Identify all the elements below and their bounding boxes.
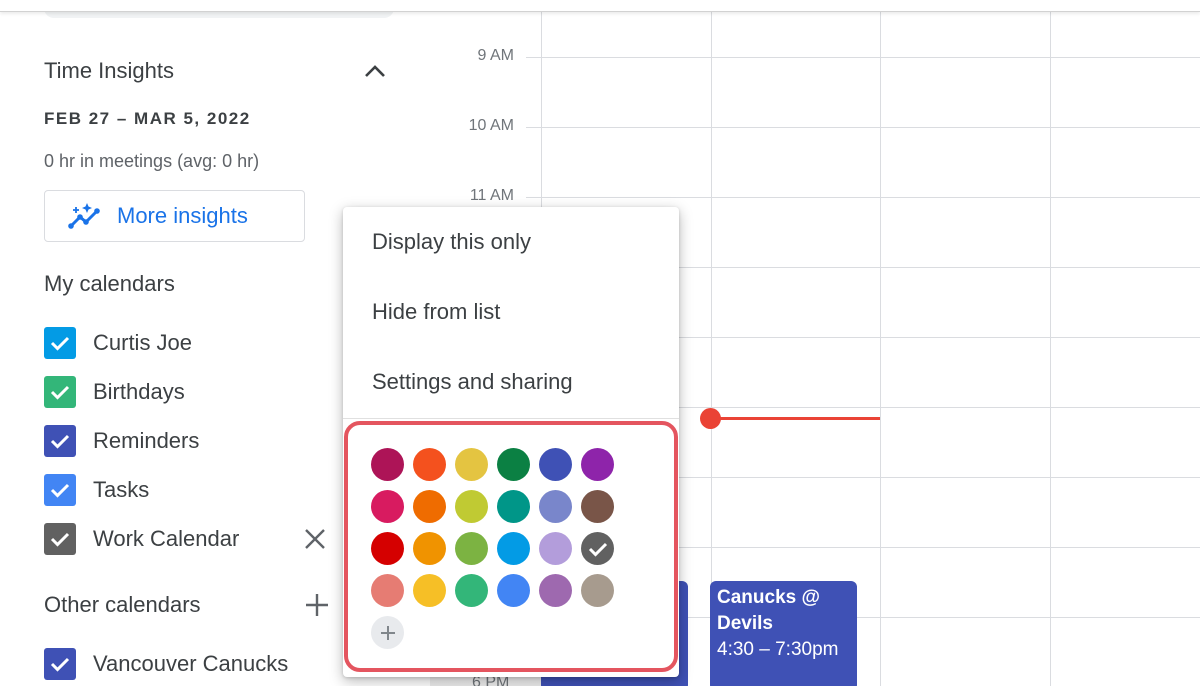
- time-label: 10 AM: [468, 117, 514, 134]
- collapse-time-insights-button[interactable]: [362, 58, 388, 84]
- calendar-checkbox[interactable]: [44, 523, 76, 555]
- hour-line: [526, 57, 1200, 58]
- add-custom-color-button[interactable]: [371, 616, 404, 649]
- calendar-options-menu: Display this only Hide from list Setting…: [343, 207, 679, 677]
- color-swatch[interactable]: [371, 448, 404, 481]
- calendar-label: Tasks: [93, 477, 150, 502]
- day-column-divider: [1050, 0, 1051, 686]
- insights-date-range: FEB 27 – MAR 5, 2022: [44, 109, 251, 128]
- calendar-checkbox[interactable]: [44, 376, 76, 408]
- plus-icon: [306, 594, 328, 616]
- checkmark-icon: [50, 532, 70, 547]
- calendar-label: Birthdays: [93, 379, 185, 404]
- calendar-label: Vancouver Canucks: [93, 651, 289, 676]
- color-swatch[interactable]: [497, 490, 530, 523]
- hour-line: [526, 197, 1200, 198]
- color-swatch[interactable]: [539, 532, 572, 565]
- color-swatch[interactable]: [539, 448, 572, 481]
- header-edge: [0, 0, 1200, 12]
- event-time: 4:30 – 7:30pm: [717, 639, 839, 660]
- color-swatch[interactable]: [497, 448, 530, 481]
- more-insights-label: More insights: [117, 203, 248, 228]
- checkmark-icon: [50, 336, 70, 351]
- color-swatch[interactable]: [455, 532, 488, 565]
- day-column-divider: [880, 0, 881, 686]
- color-swatch[interactable]: [581, 490, 614, 523]
- time-label: 11 AM: [469, 187, 514, 204]
- checkmark-icon: [50, 385, 70, 400]
- color-swatch[interactable]: [371, 490, 404, 523]
- my-calendars-title[interactable]: My calendars: [44, 271, 175, 297]
- calendar-item-tasks[interactable]: Tasks: [44, 474, 149, 506]
- event-canucks-devils[interactable]: Canucks @ Devils 4:30 – 7:30pm: [710, 581, 857, 686]
- calendar-label: Reminders: [93, 428, 200, 453]
- plus-icon: [380, 625, 395, 640]
- menu-item-hide-from-list[interactable]: Hide from list: [343, 277, 679, 347]
- color-swatch[interactable]: [539, 490, 572, 523]
- checkmark-icon: [50, 483, 70, 498]
- color-swatch[interactable]: [455, 490, 488, 523]
- color-swatch[interactable]: [413, 490, 446, 523]
- color-swatch[interactable]: [371, 574, 404, 607]
- color-swatch-selected[interactable]: [581, 532, 614, 565]
- color-palette: [344, 421, 678, 672]
- checkmark-icon: [50, 657, 70, 672]
- more-insights-button[interactable]: More insights: [44, 190, 305, 242]
- chevron-up-icon: [365, 65, 385, 77]
- close-icon: [305, 529, 325, 549]
- event-title-cont: Devils: [717, 613, 773, 634]
- add-other-calendar-button[interactable]: [302, 590, 332, 620]
- color-swatch[interactable]: [497, 574, 530, 607]
- color-swatch[interactable]: [539, 574, 572, 607]
- event-title: Canucks @: [717, 587, 821, 608]
- other-calendars-title[interactable]: Other calendars: [44, 592, 201, 618]
- current-time-line: [711, 417, 880, 420]
- color-swatch[interactable]: [581, 574, 614, 607]
- checkmark-icon: [588, 542, 607, 557]
- remove-calendar-button[interactable]: [300, 524, 330, 554]
- calendar-item-birthdays[interactable]: Birthdays: [44, 376, 185, 408]
- time-label: 9 AM: [477, 47, 514, 64]
- color-swatch[interactable]: [371, 532, 404, 565]
- color-swatch[interactable]: [413, 574, 446, 607]
- menu-divider: [343, 418, 679, 419]
- color-swatch[interactable]: [455, 448, 488, 481]
- calendar-item-work-calendar[interactable]: Work Calendar: [44, 523, 239, 555]
- calendar-item-reminders[interactable]: Reminders: [44, 425, 199, 457]
- color-swatch[interactable]: [497, 532, 530, 565]
- color-swatch[interactable]: [413, 448, 446, 481]
- calendar-label: Work Calendar: [93, 526, 240, 551]
- time-insights-title: Time Insights: [44, 58, 175, 83]
- color-swatch[interactable]: [581, 448, 614, 481]
- color-swatch[interactable]: [455, 574, 488, 607]
- hour-line: [526, 127, 1200, 128]
- calendar-label: Curtis Joe: [93, 330, 193, 355]
- color-swatch[interactable]: [413, 532, 446, 565]
- calendar-checkbox[interactable]: [44, 648, 76, 680]
- calendar-checkbox[interactable]: [44, 474, 76, 506]
- checkmark-icon: [50, 434, 70, 449]
- menu-item-settings-and-sharing[interactable]: Settings and sharing: [343, 347, 679, 417]
- calendar-item-curtis-joe[interactable]: Curtis Joe: [44, 327, 192, 359]
- calendar-checkbox[interactable]: [44, 425, 76, 457]
- calendar-item-vancouver-canucks[interactable]: Vancouver Canucks: [44, 648, 288, 680]
- menu-item-display-this-only[interactable]: Display this only: [343, 207, 679, 277]
- meetings-summary: 0 hr in meetings (avg: 0 hr): [44, 151, 260, 171]
- insights-sparkle-icon: [68, 203, 100, 229]
- calendar-checkbox[interactable]: [44, 327, 76, 359]
